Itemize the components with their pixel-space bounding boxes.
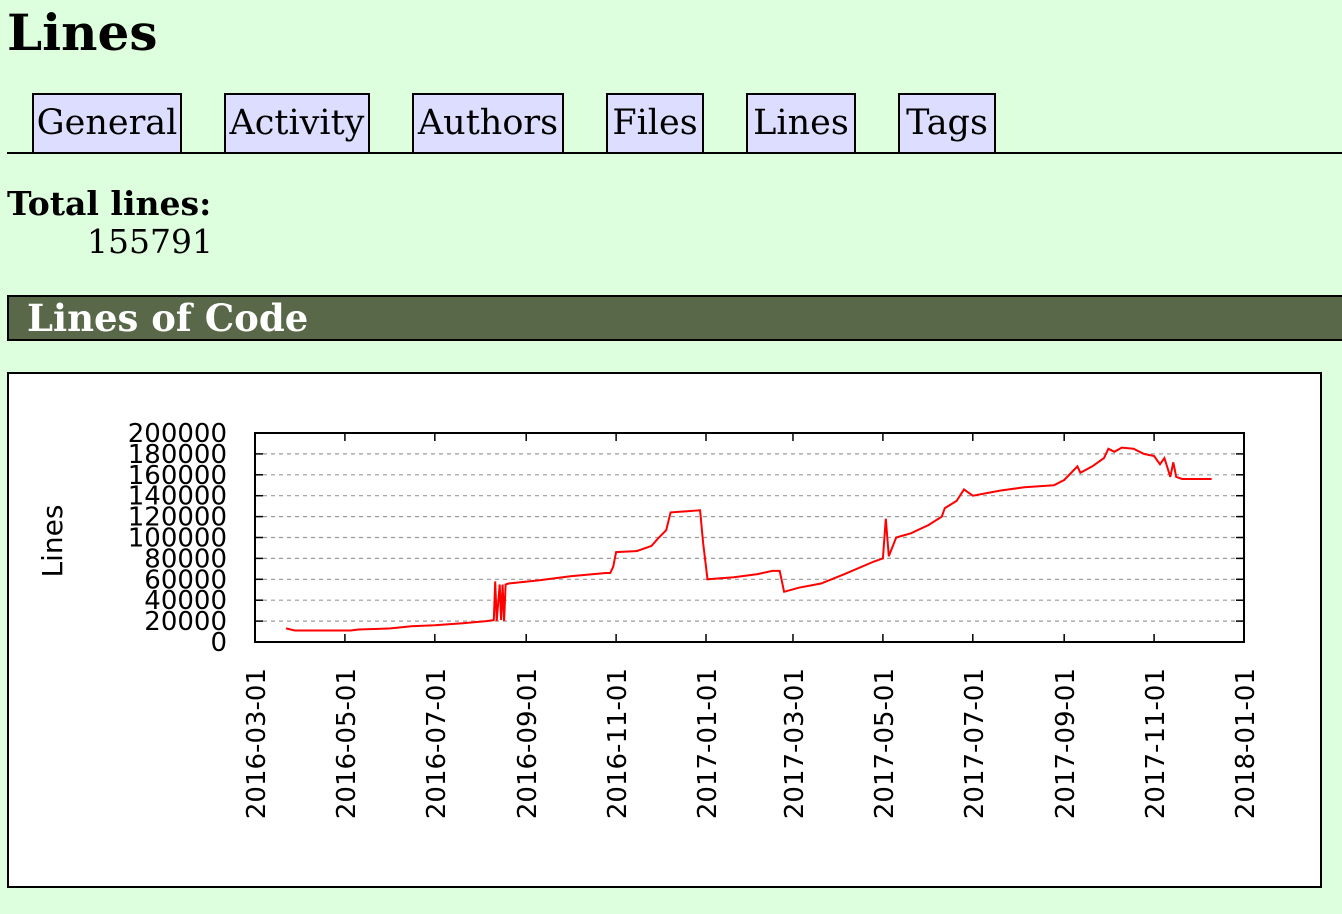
x-tick-label: 2018-01-01 — [1231, 668, 1261, 819]
nav-divider — [7, 152, 1342, 154]
x-tick-label: 2017-09-01 — [1051, 668, 1081, 819]
lines-of-code-chart: 0 20000 40000 60000 80000 100000 120000 140000 1… — [7, 372, 1322, 888]
tab-lines[interactable]: Lines — [746, 93, 856, 152]
tab-tags[interactable]: Tags — [898, 93, 996, 152]
total-lines-label: Total lines: — [7, 184, 212, 223]
x-tick-label: 2016-11-01 — [603, 668, 633, 819]
x-tick-label: 2017-11-01 — [1141, 668, 1171, 819]
y-axis: 0200004000060000800001000001200001400001… — [128, 419, 1244, 658]
chart-grid — [255, 453, 1244, 622]
section-title: Lines of Code — [7, 295, 1342, 341]
x-axis: 2016-03-01 2016-05-01 2016-07-01 2016-09-01… — [242, 433, 1261, 819]
x-tick-label: 2016-03-01 — [242, 668, 272, 819]
tab-authors[interactable]: Authors — [412, 93, 564, 152]
x-tick-label: 2016-07-01 — [422, 668, 452, 819]
chart-svg: 0200004000060000800001000001200001400001… — [36, 419, 1261, 819]
page-title: Lines — [7, 3, 158, 62]
tab-activity[interactable]: Activity — [224, 93, 370, 152]
y-tick-label: 200000 — [128, 419, 227, 449]
total-lines-value: 155791 — [87, 222, 213, 261]
tab-files[interactable]: Files — [606, 93, 704, 152]
x-tick-label: 2017-01-01 — [693, 668, 723, 819]
x-tick-label: 2017-05-01 — [870, 668, 900, 819]
y-axis-label: Lines — [36, 505, 69, 578]
page: Lines General Activity Authors Files Lin… — [0, 0, 1342, 914]
x-tick-label: 2017-03-01 — [780, 668, 810, 819]
tab-general[interactable]: General — [32, 93, 182, 152]
x-tick-label: 2017-07-01 — [960, 668, 990, 819]
x-tick-label: 2016-09-01 — [513, 668, 543, 819]
x-tick-label: 2016-05-01 — [332, 668, 362, 819]
